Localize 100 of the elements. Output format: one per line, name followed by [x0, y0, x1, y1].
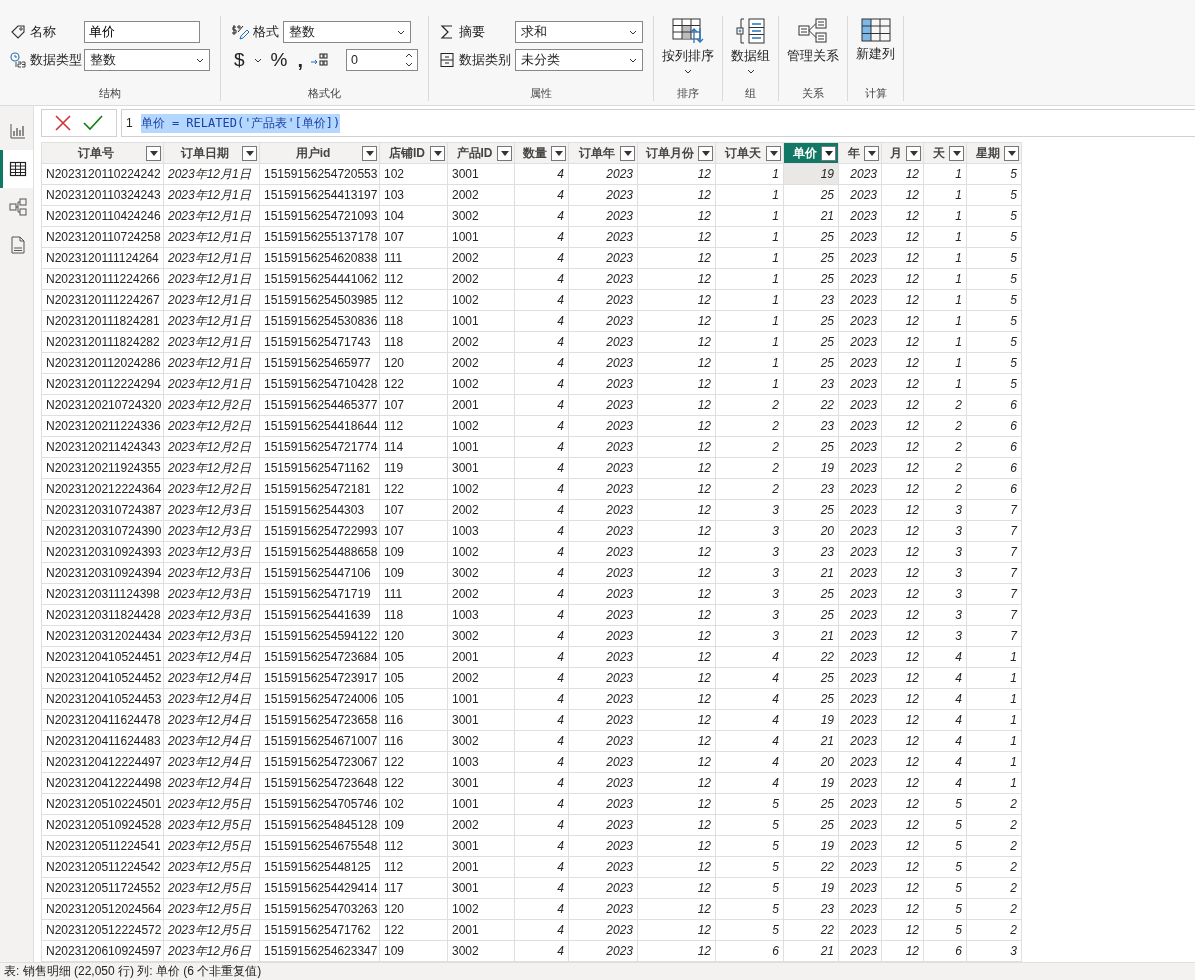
- table-cell: 3: [715, 604, 784, 626]
- table-cell: 2023年12月1日: [163, 163, 260, 185]
- filter-dropdown-button[interactable]: [551, 145, 566, 161]
- column-header[interactable]: 店铺ID: [379, 142, 448, 164]
- table-cell: 1001: [447, 436, 515, 458]
- table-cell: 4: [514, 373, 569, 395]
- table-cell: 2023: [568, 289, 638, 311]
- filter-dropdown-button[interactable]: [864, 145, 879, 161]
- table-cell: 4: [514, 814, 569, 836]
- confirm-button[interactable]: [80, 113, 106, 133]
- cancel-button[interactable]: [52, 113, 74, 133]
- table-cell: N2023120112224294: [41, 373, 164, 395]
- view-button[interactable]: [0, 150, 33, 188]
- filter-dropdown-button[interactable]: [430, 145, 445, 161]
- table-cell: 5: [966, 184, 1022, 206]
- table-cell: 2023: [568, 940, 638, 962]
- table-cell: 12: [637, 478, 716, 500]
- ribbon-button[interactable]: 管理关系: [783, 16, 844, 67]
- table-cell: 2023年12月5日: [163, 835, 260, 857]
- column-header[interactable]: 用户id: [259, 142, 380, 164]
- column-header[interactable]: 订单日期: [163, 142, 260, 164]
- column-header[interactable]: 订单月份: [637, 142, 716, 164]
- table-cell: 151591562544303: [259, 499, 380, 521]
- table-cell: 2002: [447, 499, 515, 521]
- column-header[interactable]: 单价: [783, 142, 839, 164]
- table-cell: 12: [637, 373, 716, 395]
- percent-button[interactable]: %: [267, 49, 291, 71]
- table-cell: 5: [923, 919, 967, 941]
- formula-editor[interactable]: 1 单价 = RELATED('产品表'[单价]): [121, 109, 1195, 137]
- table-cell: 4: [514, 583, 569, 605]
- table-cell: 21: [783, 730, 839, 752]
- table-cell: 2023: [568, 205, 638, 227]
- table-cell: 21: [783, 625, 839, 647]
- filter-dropdown-button[interactable]: [620, 145, 635, 161]
- table-cell: 15159156254418644: [259, 415, 380, 437]
- table-cell: 12: [637, 772, 716, 794]
- filter-dropdown-button[interactable]: [698, 145, 713, 161]
- table-cell: 119: [379, 457, 448, 479]
- column-header[interactable]: 产品ID: [447, 142, 515, 164]
- table-cell: 5: [715, 856, 784, 878]
- column-header[interactable]: 订单年: [568, 142, 638, 164]
- name-field[interactable]: 单价: [84, 21, 200, 43]
- table-cell: 107: [379, 520, 448, 542]
- summary-dropdown[interactable]: 求和: [515, 21, 644, 43]
- table-cell: 12: [637, 646, 716, 668]
- filter-dropdown-button[interactable]: [497, 145, 512, 161]
- table-cell: 122: [379, 478, 448, 500]
- ribbon-button[interactable]: 数据组: [727, 16, 775, 76]
- table-cell: 2023: [568, 310, 638, 332]
- table-cell: 2023: [568, 394, 638, 416]
- column-header[interactable]: 订单号: [41, 142, 164, 164]
- filter-dropdown-button[interactable]: [766, 145, 781, 161]
- table-cell: 12: [881, 688, 924, 710]
- filter-dropdown-button[interactable]: [242, 145, 257, 161]
- table-cell: 1515915625448125: [259, 856, 380, 878]
- column-header[interactable]: 月: [881, 142, 924, 164]
- table-cell: 2023: [568, 226, 638, 248]
- table-cell: 1: [923, 331, 967, 353]
- ribbon-button[interactable]: 按列排序: [658, 16, 719, 76]
- column-header[interactable]: 订单天: [715, 142, 784, 164]
- table-cell: 2023年12月4日: [163, 688, 260, 710]
- table-cell: N2023120410524452: [41, 667, 164, 689]
- table-cell: 2023: [838, 667, 882, 689]
- table-cell: 2023: [568, 520, 638, 542]
- table-cell: 12: [637, 793, 716, 815]
- table-cell: 2023: [838, 562, 882, 584]
- format-dropdown[interactable]: 整数: [283, 21, 411, 43]
- table-cell: 1: [715, 247, 784, 269]
- table-cell: 12: [637, 520, 716, 542]
- table-cell: 19: [783, 457, 839, 479]
- filter-dropdown-button[interactable]: [1004, 145, 1019, 161]
- caret-icon[interactable]: [253, 57, 262, 63]
- ribbon-button[interactable]: 新建列: [852, 16, 900, 65]
- table-cell: 6: [923, 940, 967, 962]
- table-cell: 1515915625471719: [259, 583, 380, 605]
- table-cell: 2023: [838, 751, 882, 773]
- column-header[interactable]: 星期: [966, 142, 1022, 164]
- decimal-places-icon[interactable]: [310, 52, 329, 68]
- table-cell: 114: [379, 436, 448, 458]
- table-cell: 2023年12月1日: [163, 268, 260, 290]
- filter-dropdown-button[interactable]: [821, 145, 836, 161]
- table-cell: 4: [514, 499, 569, 521]
- column-header[interactable]: 天: [923, 142, 967, 164]
- group-label: 组: [744, 86, 758, 101]
- comma-button[interactable]: ,: [294, 48, 307, 72]
- table-cell: 19: [783, 772, 839, 794]
- currency-button[interactable]: $: [231, 49, 248, 71]
- table-cell: 2023: [838, 919, 882, 941]
- filter-dropdown-button[interactable]: [362, 145, 377, 161]
- filter-dropdown-button[interactable]: [949, 145, 964, 161]
- data-category-dropdown[interactable]: 未分类: [515, 49, 644, 71]
- column-header[interactable]: 年: [838, 142, 882, 164]
- column-header[interactable]: 数量: [514, 142, 569, 164]
- filter-dropdown-button[interactable]: [146, 145, 161, 161]
- decimal-places-spinner[interactable]: 0: [346, 49, 419, 71]
- table-cell: 1: [923, 352, 967, 374]
- table-cell: 15159156254441062: [259, 268, 380, 290]
- data-type-dropdown[interactable]: 整数: [84, 49, 210, 71]
- filter-dropdown-button[interactable]: [906, 145, 921, 161]
- table-cell: 5: [715, 835, 784, 857]
